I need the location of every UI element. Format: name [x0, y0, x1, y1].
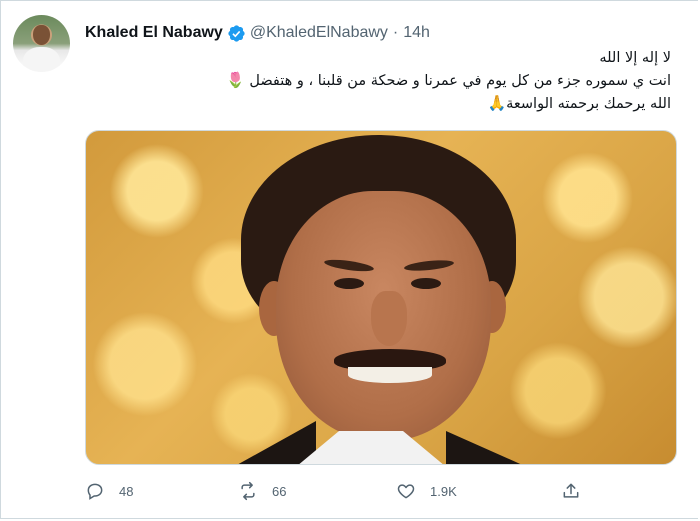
tweet-actions: 48 66 1.9K [85, 481, 585, 505]
tweet-photo[interactable] [85, 130, 677, 465]
tweet-text-line-3: الله يرحمك برحمته الواسعة🙏 [111, 92, 671, 115]
folded-hands-icon: 🙏 [487, 94, 507, 112]
tweet-text: لا إله إلا الله انت ي سموره جزء من كل يو… [111, 47, 671, 115]
tweet-timestamp[interactable]: 14h [403, 24, 430, 42]
photo-jacket-right [446, 431, 536, 464]
like-count: 1.9K [430, 483, 457, 499]
avatar-shirt [23, 47, 60, 72]
photo-nose [371, 291, 407, 346]
heart-icon [397, 484, 415, 499]
retweet-count: 66 [272, 483, 287, 499]
header-separator: · [392, 24, 399, 41]
photo-smile [348, 367, 432, 383]
author-name[interactable]: Khaled El Nabawy [85, 24, 223, 42]
reply-count: 48 [119, 483, 134, 499]
like-button[interactable]: 1.9K [396, 481, 457, 501]
photo-eye-left [334, 278, 364, 289]
photo-eye-right [411, 278, 441, 289]
share-icon [563, 483, 579, 498]
avatar[interactable] [13, 15, 70, 72]
tulip-icon: 🌷 [226, 71, 245, 89]
retweet-icon [241, 481, 255, 501]
photo-jacket-left [226, 421, 316, 464]
tweet-text-line-2-text: انت ي سموره جزء من كل يوم في عمرنا و ضحك… [249, 73, 671, 89]
verified-badge-icon [228, 24, 245, 42]
reply-icon [87, 483, 103, 500]
tweet-text-line-3-text: الله يرحمك برحمته الواسعة [506, 96, 671, 112]
author-handle[interactable]: @KhaledElNabawy [250, 24, 388, 42]
reply-button[interactable]: 48 [85, 481, 133, 501]
tweet-text-line-1: لا إله إلا الله [599, 50, 671, 66]
tweet-text-line-2: انت ي سموره جزء من كل يوم في عمرنا و ضحك… [111, 69, 671, 92]
share-button[interactable] [561, 481, 595, 501]
avatar-head [33, 25, 50, 45]
tweet-card[interactable]: Khaled El Nabawy @KhaledElNabawy · 14h ل… [0, 0, 698, 519]
tweet-header: Khaled El Nabawy @KhaledElNabawy · 14h [85, 21, 430, 45]
retweet-button[interactable]: 66 [238, 481, 286, 501]
